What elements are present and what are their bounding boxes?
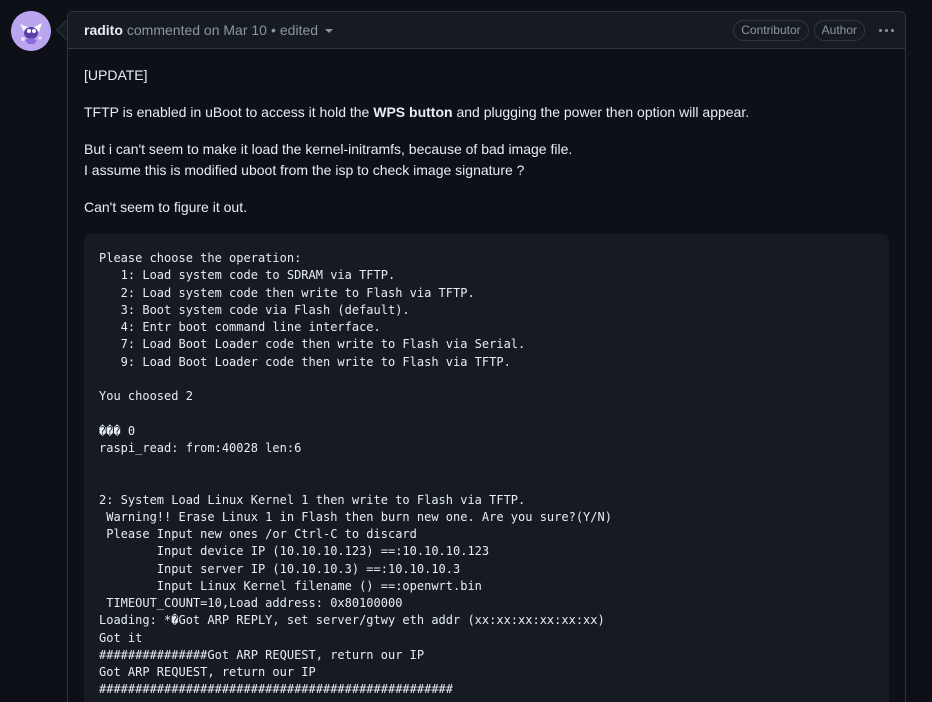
tftp-text-start: TFTP is enabled in uBoot to access it ho…: [84, 104, 374, 120]
image-file-line: But i can't seem to make it load the ker…: [84, 141, 573, 157]
code-line: 2: Load system code then write to Flash …: [99, 285, 475, 300]
author-link[interactable]: radito: [84, 22, 123, 38]
wps-button-text: WPS button: [373, 104, 453, 120]
code-line: raspi_read: from:40028 len:6: [99, 440, 302, 455]
comment-date[interactable]: Mar 10: [223, 22, 267, 38]
signature-line: I assume this is modified uboot from the…: [84, 162, 525, 178]
code-line: ########################################…: [99, 682, 454, 697]
code-line: 4: Entr boot command line interface.: [99, 320, 381, 334]
tftp-text-end: and plugging the power then option will …: [452, 104, 750, 120]
code-line: Loading: *�Got ARP REPLY, set server/gtw…: [99, 613, 605, 628]
contributor-badge: Contributor: [733, 20, 809, 41]
comment-action: commented on: [126, 22, 220, 38]
code-line: Input device IP (10.10.10.123) ==:10.10.…: [99, 544, 490, 559]
code-line: ###############Got ARP REQUEST, return o…: [99, 647, 425, 662]
code-line: 7: Load Boot Loader code then write to F…: [99, 337, 526, 352]
tftp-paragraph: TFTP is enabled in uBoot to access it ho…: [84, 102, 889, 123]
code-line: Input server IP (10.10.10.3) ==:10.10.10…: [99, 561, 461, 576]
author-badge: Author: [813, 20, 865, 41]
code-line: ########################################…: [99, 699, 874, 702]
comment-page: radito commented on Mar 10 • edited Cont…: [0, 0, 932, 702]
code-line: Input Linux Kernel filename () ==:openwr…: [99, 578, 482, 593]
edited-label: edited: [279, 22, 319, 38]
update-text: [UPDATE]: [84, 67, 148, 83]
avatar[interactable]: [11, 11, 51, 51]
code-block: Please choose the operation: 1: Load sys…: [84, 234, 889, 702]
code-line: 1: Load system code to SDRAM via TFTP.: [99, 268, 396, 283]
figure-out-text: Can't seem to figure it out.: [84, 199, 247, 215]
comment-meta: radito commented on Mar 10 • edited: [84, 22, 334, 38]
meta-separator: •: [270, 22, 276, 38]
avatar-illustration-icon: [11, 11, 51, 51]
comment-header: radito commented on Mar 10 • edited Cont…: [68, 12, 905, 49]
comment-box: radito commented on Mar 10 • edited Cont…: [67, 11, 906, 702]
code-line: Warning!! Erase Linux 1 in Flash then bu…: [99, 509, 612, 524]
code-line: TIMEOUT_COUNT=10,Load address: 0x8010000…: [99, 596, 403, 610]
code-line: ��� 0: [99, 423, 136, 438]
edited-dropdown[interactable]: edited: [280, 22, 334, 38]
code-line: Got ARP REQUEST, return our IP: [99, 665, 316, 679]
code-line: Got it: [99, 630, 143, 645]
code-line: Please Input new ones /or Ctrl-C to disc…: [99, 527, 417, 541]
code-line: Please choose the operation:: [99, 251, 302, 265]
image-file-paragraph: But i can't seem to make it load the ker…: [84, 139, 889, 181]
kebab-menu-icon[interactable]: [877, 21, 895, 41]
comment-body: [UPDATE] TFTP is enabled in uBoot to acc…: [84, 49, 889, 702]
caret-down-icon: [325, 29, 334, 33]
code-line: 9: Load Boot Loader code then write to F…: [99, 354, 511, 369]
comment-header-actions: Contributor Author: [728, 20, 895, 41]
code-line: 2: System Load Linux Kernel 1 then write…: [99, 492, 526, 507]
code-line: You choosed 2: [99, 389, 193, 403]
code-line: 3: Boot system code via Flash (default).: [99, 302, 410, 317]
